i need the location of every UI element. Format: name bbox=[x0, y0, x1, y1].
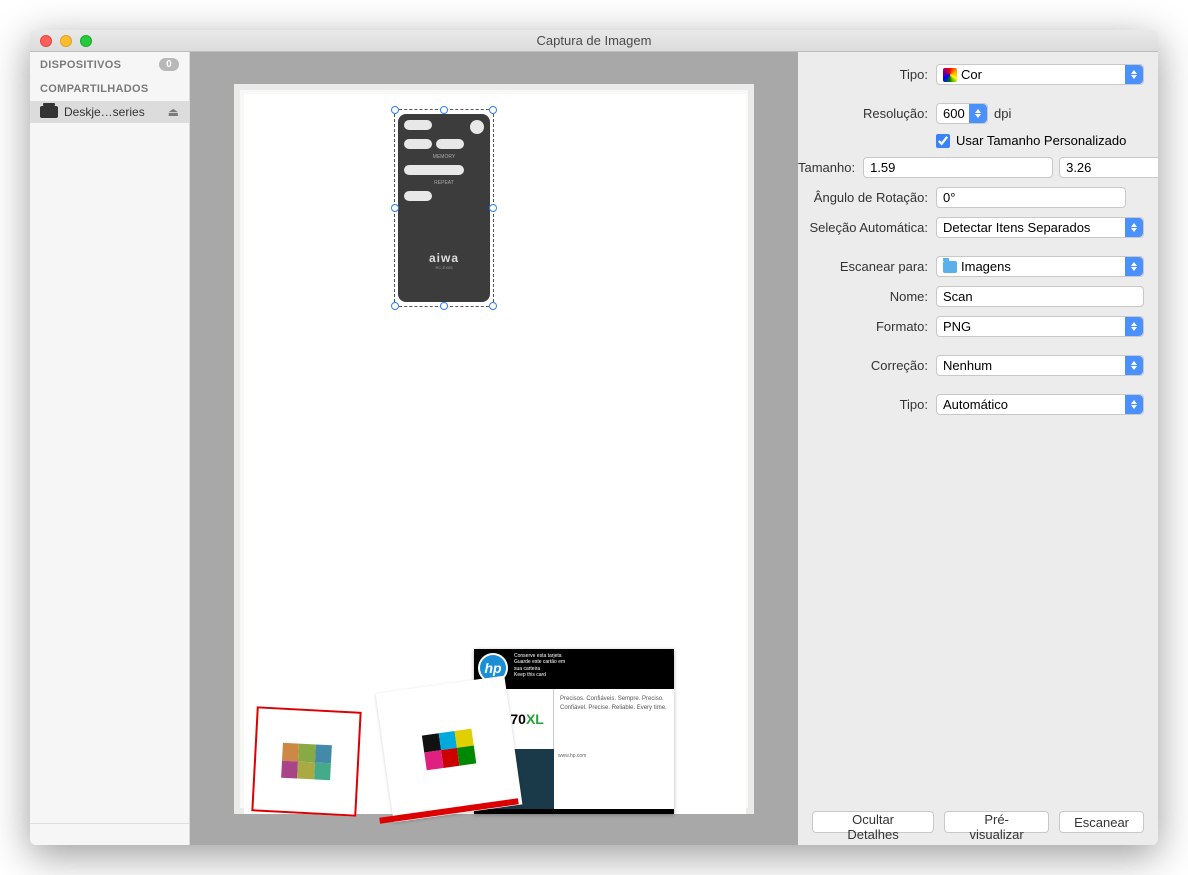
scanned-bottom-items: hp Conserve esta tarjetaGuarde este cart… bbox=[234, 634, 754, 814]
correction-select[interactable]: Nenhum bbox=[936, 355, 1144, 376]
custom-size-checkbox[interactable] bbox=[936, 134, 950, 148]
scan-button[interactable]: Escanear bbox=[1059, 811, 1144, 833]
color-kind-icon bbox=[943, 68, 957, 82]
selection-handle[interactable] bbox=[489, 204, 497, 212]
autosel-label: Seleção Automática: bbox=[798, 220, 928, 235]
type2-select[interactable]: Automático bbox=[936, 394, 1144, 415]
size-label: Tamanho: bbox=[798, 160, 855, 175]
kind-select[interactable]: Cor bbox=[936, 64, 1144, 85]
minimize-icon[interactable] bbox=[60, 35, 72, 47]
sidebar-devices-header: DISPOSITIVOS 0 bbox=[30, 52, 189, 77]
folder-icon bbox=[943, 261, 957, 273]
settings-form: Tipo: Cor Resolução: 600 bbox=[798, 52, 1158, 799]
preview-button[interactable]: Pré-visualizar bbox=[944, 811, 1049, 833]
rotation-input[interactable] bbox=[936, 187, 1126, 208]
selection-handle[interactable] bbox=[489, 106, 497, 114]
sidebar: DISPOSITIVOS 0 COMPARTILHADOS Deskje…ser… bbox=[30, 52, 190, 845]
autosel-select[interactable]: Detectar Itens Separados bbox=[936, 217, 1144, 238]
devices-label: DISPOSITIVOS bbox=[40, 59, 121, 71]
selection-handle[interactable] bbox=[440, 302, 448, 310]
chevron-updown-icon bbox=[1125, 317, 1143, 336]
sidebar-item-label: Deskje…series bbox=[64, 105, 145, 119]
hide-details-button[interactable]: Ocultar Detalhes bbox=[812, 811, 934, 833]
printer-icon bbox=[40, 106, 58, 118]
type2-label: Tipo: bbox=[798, 397, 928, 412]
app-window: Captura de Imagem DISPOSITIVOS 0 COMPART… bbox=[30, 30, 1158, 845]
correction-label: Correção: bbox=[798, 358, 928, 373]
content: DISPOSITIVOS 0 COMPARTILHADOS Deskje…ser… bbox=[30, 52, 1158, 845]
selection-handle[interactable] bbox=[391, 106, 399, 114]
selection-handle[interactable] bbox=[489, 302, 497, 310]
shared-label: COMPARTILHADOS bbox=[40, 83, 149, 95]
settings-panel: Tipo: Cor Resolução: 600 bbox=[798, 52, 1158, 845]
size-width-input[interactable] bbox=[863, 157, 1053, 178]
sidebar-shared-header: COMPARTILHADOS bbox=[30, 77, 189, 101]
name-input[interactable] bbox=[936, 286, 1144, 307]
resolution-unit: dpi bbox=[994, 106, 1011, 121]
preview-area: MEMORY REPEAT aiwa RC-EX05 bbox=[190, 52, 798, 845]
titlebar: Captura de Imagem bbox=[30, 30, 1158, 52]
format-label: Formato: bbox=[798, 319, 928, 334]
selection-handle[interactable] bbox=[440, 106, 448, 114]
window-controls bbox=[30, 35, 92, 47]
kind-label: Tipo: bbox=[798, 67, 928, 82]
devices-count-badge: 0 bbox=[159, 58, 179, 71]
eject-icon[interactable]: ⏏ bbox=[168, 105, 179, 119]
chevron-updown-icon bbox=[1125, 218, 1143, 237]
custom-size-label: Usar Tamanho Personalizado bbox=[956, 133, 1126, 148]
close-icon[interactable] bbox=[40, 35, 52, 47]
chevron-updown-icon bbox=[969, 104, 987, 123]
selection-marquee[interactable] bbox=[394, 109, 494, 307]
rotation-label: Ângulo de Rotação: bbox=[798, 190, 928, 205]
hp-xl: XL bbox=[526, 711, 544, 727]
scanned-swatch-card bbox=[251, 706, 361, 816]
resolution-label: Resolução: bbox=[798, 106, 928, 121]
selection-handle[interactable] bbox=[391, 302, 399, 310]
scanto-label: Escanear para: bbox=[798, 259, 928, 274]
sidebar-item-printer[interactable]: Deskje…series ⏏ bbox=[30, 101, 189, 123]
footer: Ocultar Detalhes Pré-visualizar Escanear bbox=[798, 799, 1158, 845]
window-title: Captura de Imagem bbox=[30, 33, 1158, 48]
name-label: Nome: bbox=[798, 289, 928, 304]
hp-card-text: Precisos. Confiáveis. Sempre. Preciso. C… bbox=[554, 689, 674, 749]
sidebar-bottom bbox=[30, 823, 189, 845]
zoom-icon[interactable] bbox=[80, 35, 92, 47]
scan-bed[interactable]: MEMORY REPEAT aiwa RC-EX05 bbox=[234, 84, 754, 814]
format-select[interactable]: PNG bbox=[936, 316, 1144, 337]
chevron-updown-icon bbox=[1125, 65, 1143, 84]
resolution-select[interactable]: 600 bbox=[936, 103, 988, 124]
selection-handle[interactable] bbox=[391, 204, 399, 212]
chevron-updown-icon bbox=[1125, 395, 1143, 414]
chevron-updown-icon bbox=[1125, 356, 1143, 375]
scanto-select[interactable]: Imagens bbox=[936, 256, 1144, 277]
chevron-updown-icon bbox=[1125, 257, 1143, 276]
size-height-input[interactable] bbox=[1059, 157, 1158, 178]
